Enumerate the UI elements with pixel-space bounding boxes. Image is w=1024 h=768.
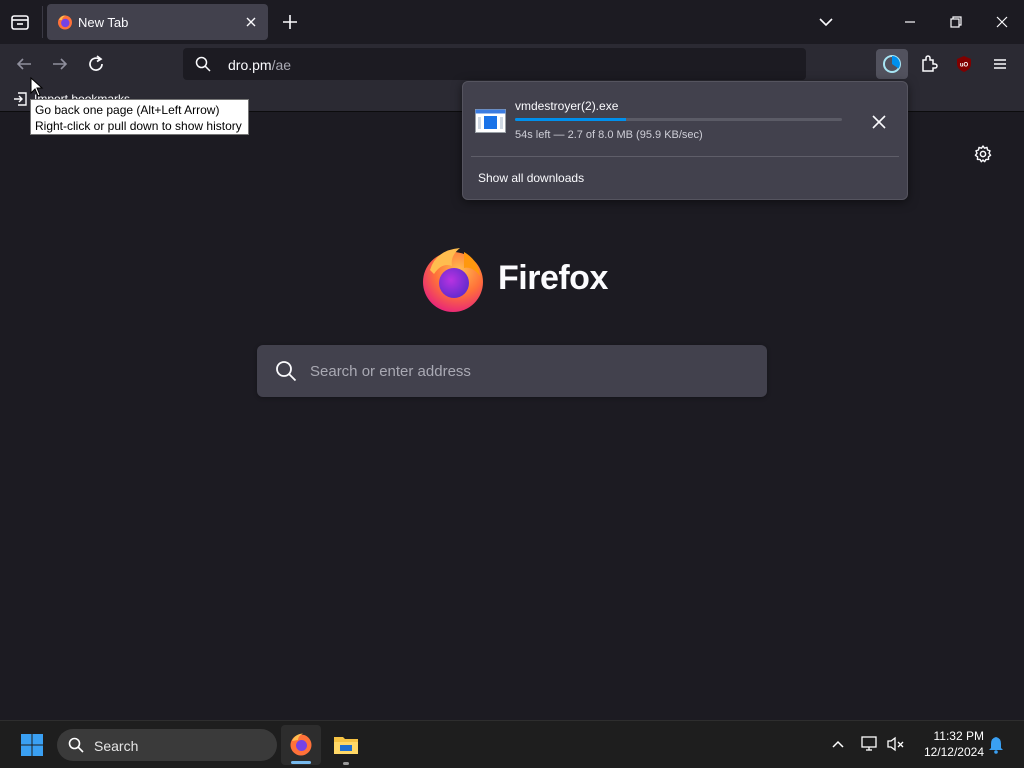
taskbar-file-explorer-app[interactable]	[326, 725, 366, 765]
search-icon	[275, 360, 297, 382]
downloads-panel: vmdestroyer(2).exe 54s left — 2.7 of 8.0…	[462, 81, 908, 200]
tab-bar: New Tab	[0, 0, 1024, 44]
mouse-cursor-icon	[30, 76, 44, 97]
extensions-puzzle-icon[interactable]	[918, 52, 940, 74]
close-tab-icon[interactable]	[242, 13, 260, 31]
taskbar-firefox-app[interactable]	[281, 725, 321, 765]
notification-bell-icon[interactable]	[988, 736, 1004, 754]
windows-start-icon[interactable]	[21, 734, 43, 756]
back-button-tooltip: Go back one page (Alt+Left Arrow) Right-…	[30, 99, 249, 135]
tab-new-tab[interactable]: New Tab	[47, 4, 268, 40]
minimize-icon[interactable]	[900, 12, 920, 32]
network-icon[interactable]	[860, 735, 880, 753]
downloads-button[interactable]	[876, 49, 908, 79]
tooltip-line-1: Go back one page (Alt+Left Arrow)	[35, 103, 220, 117]
windows-taskbar: Search 11:32 PM 12/12/2024	[0, 720, 1024, 768]
volume-muted-icon[interactable]	[886, 735, 906, 753]
download-progress-bar	[515, 118, 842, 121]
tab-separator	[42, 6, 43, 38]
tooltip-line-2: Right-click or pull down to show history	[35, 119, 242, 133]
back-arrow-icon[interactable]	[12, 52, 36, 76]
gear-icon[interactable]	[973, 144, 993, 164]
taskbar-search-label: Search	[94, 738, 139, 754]
firefox-view-icon[interactable]	[8, 10, 32, 34]
firefox-logo	[420, 246, 486, 312]
reload-icon[interactable]	[84, 52, 108, 76]
url-path: /ae	[271, 57, 292, 73]
search-icon	[195, 56, 211, 72]
show-all-downloads-button[interactable]: Show all downloads	[478, 171, 584, 185]
active-app-indicator	[291, 761, 311, 764]
firefox-wordmark: Firefox	[498, 259, 608, 297]
restore-icon[interactable]	[946, 12, 966, 32]
search-placeholder: Search or enter address	[310, 363, 471, 380]
cancel-download-icon[interactable]	[869, 112, 889, 132]
download-status: 54s left — 2.7 of 8.0 MB (95.9 KB/sec)	[515, 129, 703, 141]
firefox-icon	[289, 732, 313, 756]
chevron-up-icon[interactable]	[830, 736, 846, 752]
system-clock[interactable]: 11:32 PM 12/12/2024	[914, 728, 984, 760]
hamburger-menu-icon[interactable]	[990, 54, 1010, 74]
download-filename: vmdestroyer(2).exe	[515, 99, 619, 113]
newtab-search-box[interactable]: Search or enter address	[257, 345, 767, 397]
firefox-icon	[57, 14, 73, 30]
address-bar[interactable]: dro.pm/ae	[183, 48, 806, 80]
clock-time: 11:32 PM	[933, 729, 984, 743]
panel-divider	[471, 156, 899, 157]
search-icon	[68, 737, 84, 753]
download-progress-fill	[515, 118, 627, 121]
window-close-icon[interactable]	[992, 12, 1012, 32]
navigation-toolbar: dro.pm/ae uO	[0, 44, 1024, 84]
executable-file-icon	[475, 109, 506, 133]
chevron-down-icon[interactable]	[816, 12, 836, 32]
folder-icon	[333, 734, 359, 756]
new-tab-plus-icon[interactable]	[280, 12, 300, 32]
ublock-origin-icon[interactable]: uO	[954, 54, 974, 74]
clock-date: 12/12/2024	[923, 745, 984, 759]
url-text: dro.pm/ae	[228, 57, 291, 73]
url-host: dro.pm	[228, 57, 272, 73]
import-icon[interactable]	[12, 91, 28, 107]
svg-text:uO: uO	[960, 63, 969, 69]
forward-arrow-icon[interactable]	[48, 52, 72, 76]
app-running-indicator	[343, 762, 349, 765]
tab-title: New Tab	[78, 15, 129, 30]
taskbar-search-box[interactable]: Search	[57, 729, 277, 761]
